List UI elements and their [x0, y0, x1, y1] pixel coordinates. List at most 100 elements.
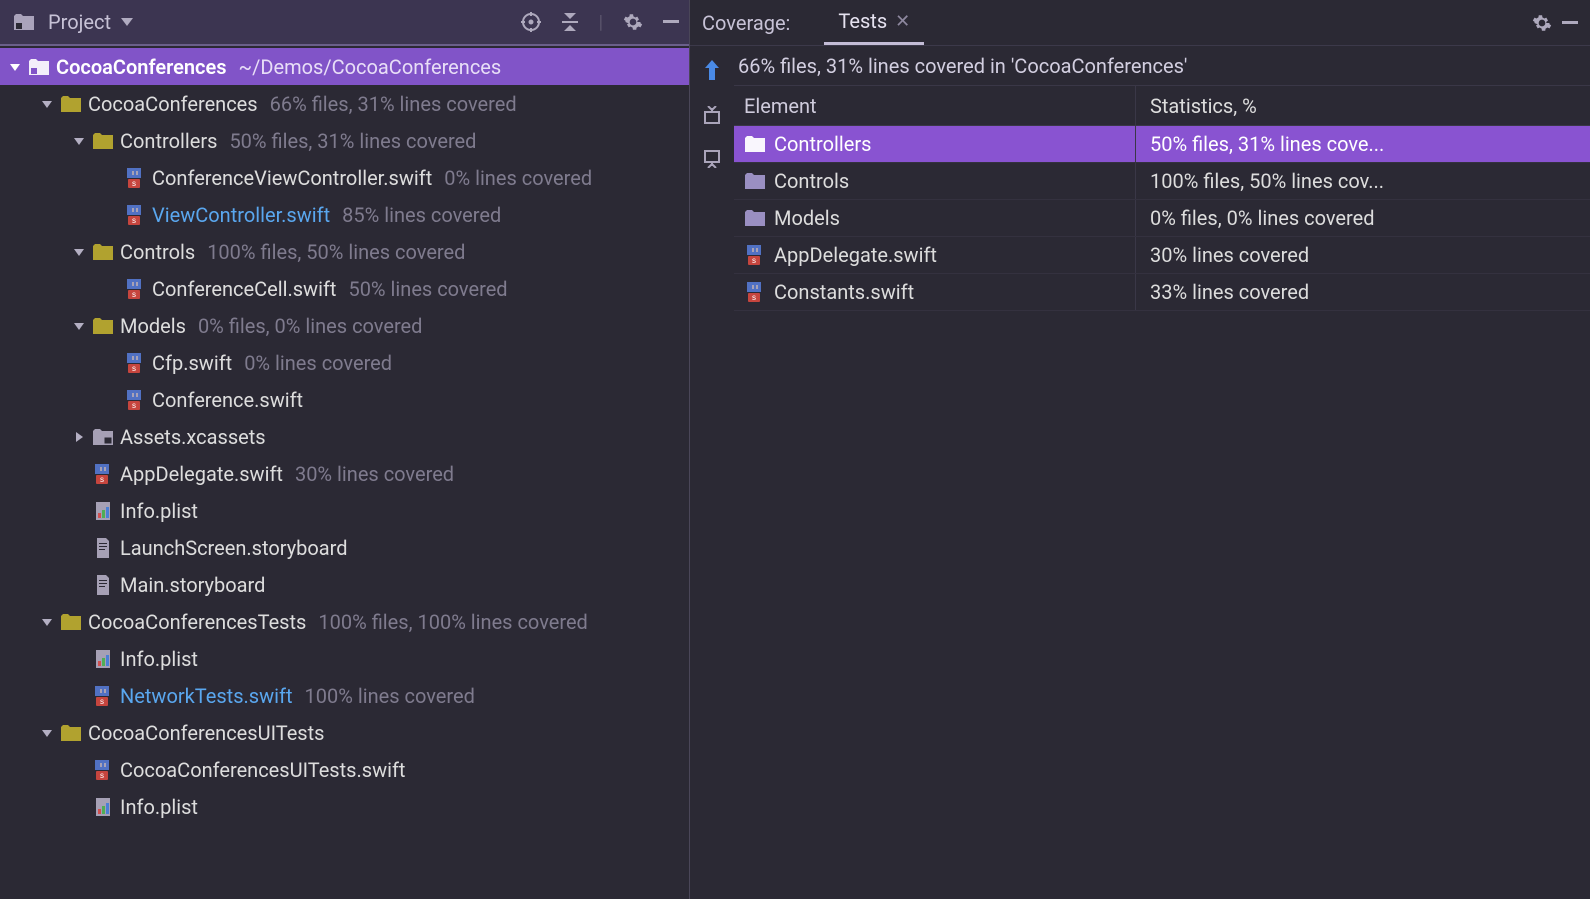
column-statistics[interactable]: Statistics, % [1136, 86, 1590, 125]
tree-root[interactable]: CocoaConferences ~/Demos/CocoaConference… [0, 48, 689, 85]
swift-icon: s [124, 389, 146, 411]
coverage-tabs: Tests ✕ [824, 1, 924, 45]
svg-text:s: s [132, 290, 136, 299]
minimize-icon[interactable] [663, 20, 679, 24]
expand-arrow[interactable] [8, 61, 22, 73]
tree-row[interactable]: Main.storyboard [0, 566, 689, 603]
coverage-row[interactable]: Controllers 50% files, 31% lines cove... [734, 126, 1590, 163]
app-root: Project | [0, 0, 1590, 899]
coverage-cell-stats: 50% files, 31% lines cove... [1136, 126, 1590, 162]
tree-item-coverage: 100% files, 50% lines covered [207, 240, 465, 264]
tree-row[interactable]: s ConferenceViewController.swift 0% lines … [0, 159, 689, 196]
target-icon[interactable] [521, 12, 541, 32]
svg-text:s: s [100, 697, 104, 706]
autoscroll-icon[interactable] [702, 150, 722, 168]
tree-row[interactable]: Controls 100% files, 50% lines covered [0, 233, 689, 270]
tree-item-coverage: 50% lines covered [348, 277, 507, 301]
tree-item-name: Info.plist [120, 795, 198, 819]
svg-text:s: s [132, 179, 136, 188]
close-icon[interactable]: ✕ [895, 11, 910, 32]
coverage-cell-element: Controls [734, 163, 1136, 199]
dropdown-icon[interactable] [121, 18, 133, 26]
swift-icon: s [124, 167, 146, 189]
expand-arrow[interactable] [72, 246, 86, 258]
tree-item-name: Controls [120, 240, 195, 264]
expand-arrow[interactable] [72, 135, 86, 147]
expand-arrow[interactable] [40, 616, 54, 628]
flatten-packages-icon[interactable] [702, 106, 722, 124]
swift-icon: s [92, 463, 114, 485]
tree-item-name: CocoaConferencesUITests.swift [120, 758, 405, 782]
folder-icon [744, 207, 766, 229]
tree-row[interactable]: Info.plist [0, 492, 689, 529]
coverage-main: 66% files, 31% lines covered in 'CocoaCo… [734, 46, 1590, 899]
expand-arrow[interactable] [72, 431, 86, 443]
tree-row[interactable]: Controllers50% files, 31% lines covered [0, 122, 689, 159]
svg-text:s: s [132, 364, 136, 373]
tree-item-name: ConferenceViewController.swift [152, 166, 432, 190]
tree-row[interactable]: s CocoaConferencesUITests.swift [0, 751, 689, 788]
tree-row[interactable]: LaunchScreen.storyboard [0, 529, 689, 566]
tree-row[interactable]: sNetworkTests.swift100% lines covered [0, 677, 689, 714]
tree-row[interactable]: Models0% files, 0% lines covered [0, 307, 689, 344]
expand-arrow[interactable] [40, 98, 54, 110]
coverage-row[interactable]: sAppDelegate.swift30% lines covered [734, 237, 1590, 274]
coverage-element-name: Controls [774, 169, 849, 193]
tree-row[interactable]: CocoaConferences66% files, 31% lines cov… [0, 85, 689, 122]
folder-icon [92, 315, 114, 337]
folder-icon [744, 170, 766, 192]
tree-row[interactable]: sViewController.swift85% lines covered [0, 196, 689, 233]
tree-item-name: AppDelegate.swift [120, 462, 283, 486]
tab-label: Tests [838, 9, 887, 33]
expand-arrow[interactable] [72, 320, 86, 332]
tree-item-name: ViewController.swift [152, 203, 330, 227]
tree-row[interactable]: sCfp.swift0% lines covered [0, 344, 689, 381]
tab-tests[interactable]: Tests ✕ [824, 1, 924, 45]
gear-icon[interactable] [623, 12, 643, 32]
tree-row[interactable]: sConferenceCell.swift50% lines covered [0, 270, 689, 307]
folder-icon [92, 130, 114, 152]
tree-item-name: Main.storyboard [120, 573, 265, 597]
expand-arrow[interactable] [40, 727, 54, 739]
gear-icon[interactable] [1532, 13, 1552, 33]
collapse-icon[interactable] [561, 13, 579, 31]
swift-icon: s [744, 244, 766, 266]
coverage-row[interactable]: sConstants.swift33% lines covered [734, 274, 1590, 311]
tree-row[interactable]: Info.plist [0, 788, 689, 825]
up-arrow-icon[interactable] [703, 60, 721, 80]
tree-row[interactable]: CocoaConferencesUITests [0, 714, 689, 751]
plist-icon [92, 500, 114, 522]
coverage-summary: 66% files, 31% lines covered in 'CocoaCo… [734, 46, 1590, 86]
tree-item-name: Info.plist [120, 499, 198, 523]
coverage-row[interactable]: Models0% files, 0% lines covered [734, 200, 1590, 237]
tree-item-name: CocoaConferencesUITests [88, 721, 325, 745]
minimize-icon[interactable] [1562, 21, 1578, 25]
tree-item-coverage: 85% lines covered [342, 203, 501, 227]
coverage-header: Coverage: Tests ✕ [690, 0, 1590, 46]
coverage-label: Coverage: [702, 11, 790, 35]
coverage-element-name: Controllers [774, 132, 871, 156]
tree-item-coverage: 0% lines covered [444, 166, 592, 190]
project-tree[interactable]: CocoaConferences ~/Demos/CocoaConference… [0, 46, 689, 899]
tree-item-coverage: 66% files, 31% lines covered [270, 92, 517, 116]
folder-icon [92, 241, 114, 263]
folder-icon [60, 722, 82, 744]
swift-icon: s [744, 281, 766, 303]
svg-text:s: s [100, 771, 104, 780]
tree-item-name: Info.plist [120, 647, 198, 671]
column-element[interactable]: Element [734, 86, 1136, 125]
tree-row[interactable]: CocoaConferencesTests100% files, 100% li… [0, 603, 689, 640]
project-title[interactable]: Project [48, 10, 111, 34]
coverage-gutter [690, 46, 734, 899]
tree-item-name: LaunchScreen.storyboard [120, 536, 348, 560]
coverage-row[interactable]: Controls100% files, 50% lines cov... [734, 163, 1590, 200]
coverage-table-body: Controllers50% files, 31% lines cove...C… [734, 126, 1590, 311]
tree-row[interactable]: sAppDelegate.swift30% lines covered [0, 455, 689, 492]
tree-row[interactable]: sConference.swift [0, 381, 689, 418]
tree-row[interactable]: Assets.xcassets [0, 418, 689, 455]
coverage-cell-element: sAppDelegate.swift [734, 237, 1136, 273]
swift-icon: s [92, 685, 114, 707]
tree-item-coverage: 50% files, 31% lines covered [229, 129, 476, 153]
project-icon [14, 14, 34, 30]
tree-row[interactable]: Info.plist [0, 640, 689, 677]
